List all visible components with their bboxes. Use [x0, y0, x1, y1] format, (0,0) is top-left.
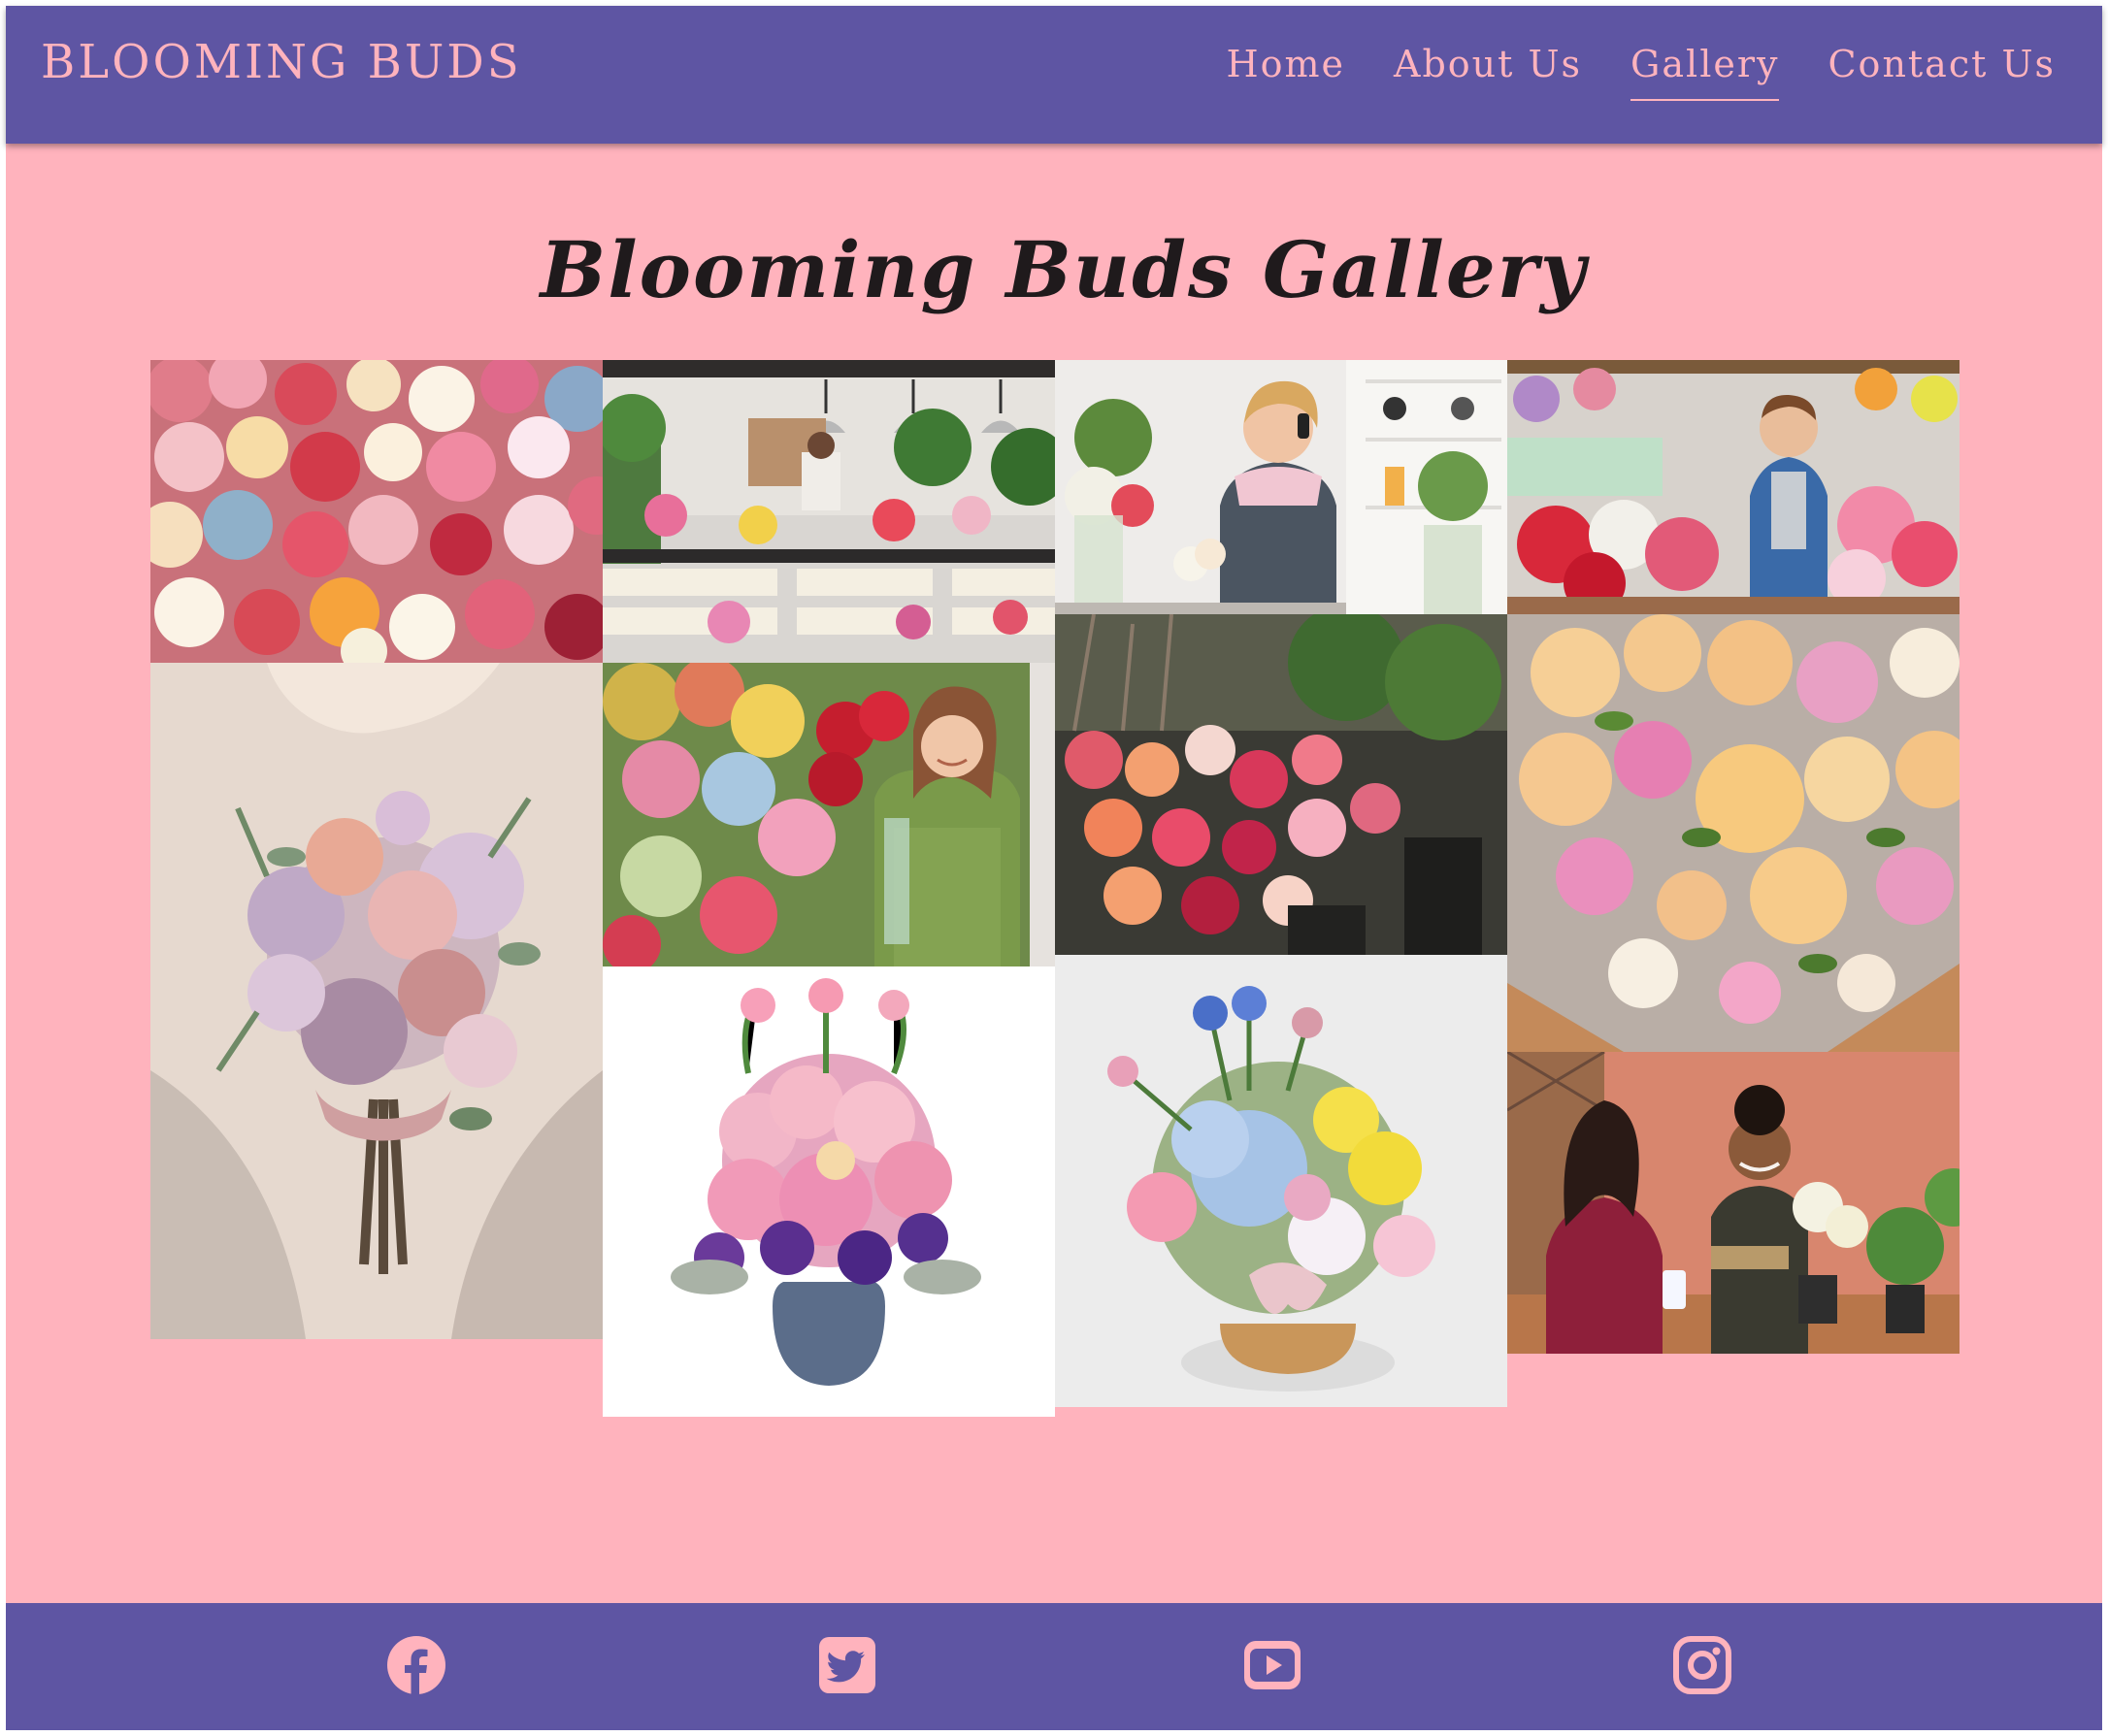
navbar: BLOOMING BUDS Home About Us Gallery Cont… — [6, 6, 2102, 144]
flower-market-photo[interactable] — [150, 360, 603, 663]
brand-logo[interactable]: BLOOMING BUDS — [41, 35, 522, 89]
facebook-icon[interactable] — [386, 1635, 446, 1695]
nav-link-contact-us[interactable]: Contact Us — [1828, 43, 2056, 101]
florist-serving-customer-photo[interactable] — [1507, 1052, 1960, 1354]
twitter-icon[interactable] — [817, 1635, 877, 1695]
florist-on-phone-photo[interactable] — [1055, 360, 1507, 614]
nav-link-gallery[interactable]: Gallery — [1630, 43, 1780, 101]
florist-woman-with-roses-photo[interactable] — [603, 663, 1055, 966]
nav-link-about-us[interactable]: About Us — [1394, 43, 1582, 101]
nav-link-home[interactable]: Home — [1226, 43, 1345, 101]
florist-man-with-flowers-photo[interactable] — [1507, 360, 1960, 614]
flower-shop-displays-photo[interactable] — [1055, 614, 1507, 955]
nav-menu: Home About Us Gallery Contact Us — [1226, 43, 2056, 101]
gallery-grid — [6, 6, 2102, 1730]
vase-arrangement-photo[interactable] — [603, 966, 1055, 1417]
footer — [6, 1603, 2102, 1730]
bridal-bouquet-photo[interactable] — [150, 663, 603, 1339]
instagram-icon[interactable] — [1672, 1635, 1732, 1695]
youtube-icon[interactable] — [1242, 1635, 1302, 1695]
florist-shop-interior-photo[interactable] — [603, 360, 1055, 663]
basket-arrangement-photo[interactable] — [1055, 955, 1507, 1407]
page: BLOOMING BUDS Home About Us Gallery Cont… — [6, 6, 2102, 1730]
rose-bouquet-photo[interactable] — [1507, 614, 1960, 1052]
